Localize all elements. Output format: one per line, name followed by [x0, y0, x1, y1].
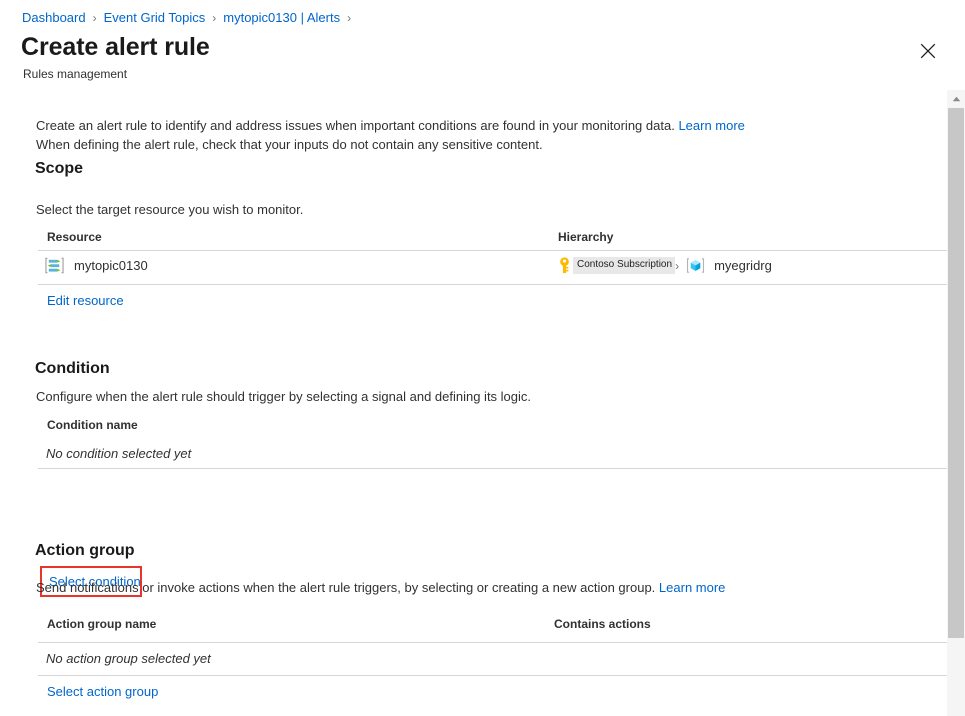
intro-learn-more-link[interactable]: Learn more: [678, 118, 744, 133]
scope-column-resource: Resource: [47, 230, 102, 244]
scroll-up-arrow-icon: [952, 96, 961, 102]
resource-group-icon: [686, 256, 705, 275]
scope-heading: Scope: [35, 160, 83, 178]
action-group-empty-value: No action group selected yet: [46, 651, 211, 666]
condition-column-name: Condition name: [47, 418, 138, 432]
condition-description: Configure when the alert rule should tri…: [36, 389, 531, 404]
condition-table-divider: [38, 468, 947, 469]
intro-line-2: When defining the alert rule, check that…: [36, 135, 543, 154]
page-subtitle: Rules management: [23, 67, 127, 81]
condition-empty-value: No condition selected yet: [46, 446, 191, 461]
scope-hierarchy-cell: Contoso Subscription › myegridrg: [556, 256, 772, 275]
action-group-learn-more-link[interactable]: Learn more: [659, 580, 725, 595]
intro-line-1: Create an alert rule to identify and add…: [36, 116, 745, 135]
intro-line-1-text: Create an alert rule to identify and add…: [36, 118, 675, 133]
breadcrumb-separator: ›: [212, 11, 216, 25]
scope-description: Select the target resource you wish to m…: [36, 202, 303, 217]
action-group-column-contains: Contains actions: [554, 617, 651, 631]
close-button[interactable]: [910, 33, 946, 69]
hierarchy-chevron-icon: ›: [675, 259, 679, 273]
breadcrumb-separator: ›: [347, 11, 351, 25]
condition-heading: Condition: [35, 360, 110, 378]
scope-resource-cell: mytopic0130: [45, 256, 148, 275]
action-group-description-text: Send notifications or invoke actions whe…: [36, 580, 655, 595]
scrollbar-thumb[interactable]: [948, 108, 964, 638]
scope-column-hierarchy: Hierarchy: [558, 230, 613, 244]
action-group-divider-bottom: [38, 675, 947, 676]
action-group-column-name: Action group name: [47, 617, 156, 631]
breadcrumb: Dashboard › Event Grid Topics › mytopic0…: [22, 10, 358, 25]
blade-content: Create an alert rule to identify and add…: [0, 90, 947, 716]
action-group-description: Send notifications or invoke actions whe…: [36, 580, 725, 595]
scope-table-divider-bottom: [38, 284, 947, 285]
scrollbar-up-button[interactable]: [947, 90, 965, 107]
scope-subscription-name: Contoso Subscription: [573, 257, 675, 274]
scope-table-divider-top: [38, 250, 947, 251]
breadcrumb-item-mytopic-alerts[interactable]: mytopic0130 | Alerts: [223, 10, 340, 25]
breadcrumb-separator: ›: [93, 11, 97, 25]
close-icon: [920, 43, 936, 59]
action-group-heading: Action group: [35, 542, 135, 560]
action-group-divider-top: [38, 642, 947, 643]
scope-resource-group-name: myegridrg: [714, 258, 772, 273]
create-alert-rule-blade: Dashboard › Event Grid Topics › mytopic0…: [0, 0, 965, 716]
edit-resource-link[interactable]: Edit resource: [47, 293, 124, 308]
scope-resource-name: mytopic0130: [74, 258, 148, 273]
vertical-scrollbar[interactable]: [947, 90, 965, 716]
key-icon: [556, 256, 573, 275]
page-title: Create alert rule: [21, 33, 210, 62]
select-action-group-link[interactable]: Select action group: [47, 684, 158, 699]
event-grid-topic-icon: [45, 256, 64, 275]
breadcrumb-item-dashboard[interactable]: Dashboard: [22, 10, 86, 25]
breadcrumb-item-event-grid-topics[interactable]: Event Grid Topics: [104, 10, 206, 25]
